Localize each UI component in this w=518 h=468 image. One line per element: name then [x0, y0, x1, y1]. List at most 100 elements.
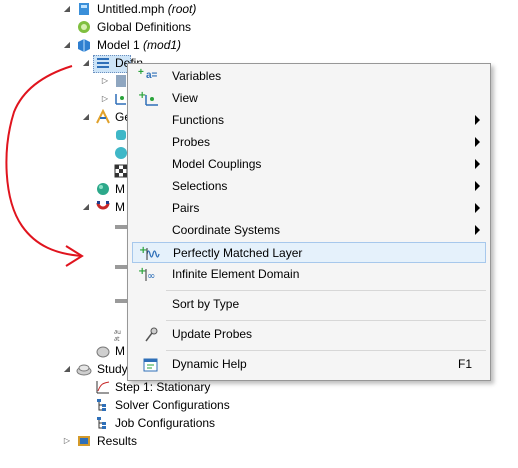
- geometry-icon: [96, 109, 110, 124]
- add-view-icon: +: [138, 91, 158, 106]
- svg-text:∂u: ∂u: [114, 329, 121, 336]
- expand-icon[interactable]: ▷: [101, 76, 109, 86]
- collapse-icon[interactable]: ◢: [82, 112, 90, 122]
- menu-item-model-couplings[interactable]: Model Couplings: [132, 154, 486, 175]
- submenu-arrow-icon: [475, 137, 480, 147]
- collapse-icon[interactable]: ◢: [63, 40, 71, 50]
- menu-label-perfectly-matched-layer: Perfectly Matched Layer: [173, 246, 303, 260]
- tree-item-definitions-child-2[interactable]: ▷: [0, 90, 126, 108]
- job-configurations-label: Job Configurations: [115, 416, 216, 430]
- submenu-arrow-icon: [475, 181, 480, 191]
- menu-label-model-couplings: Model Couplings: [172, 157, 262, 171]
- menu-item-selections[interactable]: Selections: [132, 176, 486, 197]
- global-definitions-label: Global Definitions: [97, 20, 192, 34]
- definitions-icon: [97, 58, 109, 68]
- menu-label-pairs: Pairs: [172, 201, 200, 215]
- global-definitions-icon: [78, 21, 90, 33]
- menu-item-probes[interactable]: Probes: [132, 132, 486, 153]
- tree-item-geometry[interactable]: ◢ Ge: [0, 108, 131, 126]
- tree-item-global-definitions[interactable]: Global Definitions: [0, 18, 200, 36]
- tree-item-model-1[interactable]: ◢ Model 1 (mod1): [0, 36, 200, 54]
- submenu-arrow-icon: [475, 159, 480, 169]
- svg-text:+: +: [138, 267, 146, 277]
- study-icon: [76, 364, 92, 376]
- submenu-arrow-icon: [475, 203, 480, 213]
- submenu-arrow-icon: [475, 115, 480, 125]
- menu-label-functions: Functions: [172, 113, 225, 127]
- materials-icon: [97, 183, 109, 195]
- menu-item-pairs[interactable]: Pairs: [132, 198, 486, 219]
- tree-item-study[interactable]: ◢ Study: [0, 360, 128, 378]
- mesh-icon: [96, 346, 110, 358]
- menu-label-infinite-element-domain: Infinite Element Domain: [172, 267, 300, 281]
- menu-label-dynamic-help: Dynamic Help: [172, 357, 247, 371]
- tree-item-physics-feature-3[interactable]: [0, 290, 127, 308]
- menu-item-sort-by-type[interactable]: Sort by Type: [132, 294, 486, 315]
- add-infinite-element-domain-icon: + ∞: [138, 267, 155, 282]
- context-menu: + a= Variables + View Functions Probes Mo…: [127, 63, 491, 381]
- physics-label: M: [115, 200, 125, 214]
- menu-label-update-probes: Update Probes: [172, 327, 253, 341]
- tree-item-mesh[interactable]: M: [0, 342, 125, 360]
- tree-item-physics-feature-2[interactable]: [0, 256, 127, 274]
- mesh-label: M: [115, 344, 125, 358]
- collapse-icon[interactable]: ◢: [63, 364, 71, 374]
- tree-item-physics-feature-1[interactable]: [0, 216, 127, 234]
- tree-item-geometry-form-union[interactable]: [0, 162, 128, 180]
- probe-icon: [145, 327, 158, 342]
- stationary-step-icon: [96, 381, 110, 394]
- model-name: Model 1: [97, 38, 140, 52]
- menu-item-dynamic-help[interactable]: Dynamic Help F1: [132, 354, 486, 375]
- menu-separator: [166, 290, 486, 291]
- solver-configurations-icon: [97, 399, 106, 411]
- tree-item-definitions-child-1[interactable]: ▷: [0, 72, 126, 90]
- collapse-icon[interactable]: ◢: [82, 58, 90, 68]
- tree-item-results[interactable]: ▷ Results: [0, 432, 260, 450]
- tree-item-geometry-cylinder[interactable]: [0, 126, 126, 144]
- model-icon: [78, 39, 90, 52]
- menu-item-update-probes[interactable]: Update Probes: [132, 324, 486, 345]
- menu-label-probes: Probes: [172, 135, 211, 149]
- menu-label-coordinate-systems: Coordinate Systems: [172, 223, 281, 237]
- tree-item-physics[interactable]: ◢ M: [0, 198, 125, 216]
- expand-icon[interactable]: ▷: [63, 436, 71, 446]
- menu-item-perfectly-matched-layer[interactable]: + Perfectly Matched Layer: [132, 242, 486, 263]
- menu-item-view[interactable]: + View: [132, 88, 486, 109]
- help-icon: [143, 358, 158, 372]
- menu-label-variables: Variables: [172, 69, 222, 83]
- model-tag: (mod1): [143, 38, 182, 52]
- tree-item-solver-configurations[interactable]: Solver Configurations: [0, 396, 260, 414]
- root-tag: (root): [167, 2, 197, 16]
- tree-item-job-configurations[interactable]: Job Configurations: [0, 414, 260, 432]
- menu-shortcut-f1: F1: [457, 357, 472, 371]
- root-name: Untitled.mph: [97, 2, 165, 16]
- menu-separator: [166, 320, 486, 321]
- tree-item-geometry-sphere[interactable]: [0, 144, 127, 162]
- menu-item-coordinate-systems[interactable]: Coordinate Systems: [132, 220, 486, 241]
- mph-file-icon: [79, 3, 89, 15]
- expand-icon[interactable]: ▷: [101, 94, 109, 104]
- menu-label-sort-by-type: Sort by Type: [172, 297, 240, 311]
- svg-text:+: +: [139, 246, 147, 256]
- solver-configurations-label: Solver Configurations: [115, 398, 230, 412]
- menu-label-view: View: [172, 91, 198, 105]
- results-label: Results: [97, 434, 138, 448]
- submenu-arrow-icon: [475, 225, 480, 235]
- menu-label-selections: Selections: [172, 179, 228, 193]
- collapse-icon[interactable]: ◢: [82, 202, 90, 212]
- add-perfectly-matched-layer-icon: +: [139, 246, 160, 260]
- menu-item-functions[interactable]: Functions: [132, 110, 486, 131]
- tree-item-materials[interactable]: M: [0, 180, 125, 198]
- collapse-icon[interactable]: ◢: [63, 4, 71, 14]
- magnetic-fields-icon: [96, 201, 110, 210]
- svg-text:∞: ∞: [147, 271, 155, 282]
- study-label: Study: [97, 362, 128, 376]
- materials-label: M: [115, 182, 125, 196]
- job-configurations-icon: [97, 417, 106, 429]
- menu-item-variables[interactable]: + a= Variables: [132, 66, 486, 87]
- menu-separator: [166, 350, 486, 351]
- svg-text:+: +: [138, 91, 146, 101]
- tree-item-root[interactable]: ◢ Untitled.mph (root): [0, 0, 200, 18]
- results-icon: [78, 436, 90, 446]
- menu-item-infinite-element-domain[interactable]: + ∞ Infinite Element Domain: [132, 264, 486, 285]
